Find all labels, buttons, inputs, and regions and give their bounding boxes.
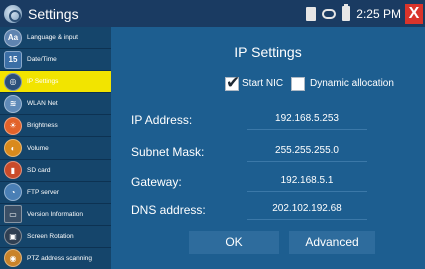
- dns-address-field[interactable]: 202.102.192.68: [247, 203, 367, 214]
- sidebar-item-label: WLAN Net: [27, 100, 58, 108]
- clock: 2:25 PM: [356, 6, 401, 21]
- ok-button[interactable]: OK: [189, 231, 279, 254]
- monitor-icon: ▭: [4, 205, 22, 224]
- page-title: IP Settings: [234, 44, 302, 60]
- wifi-icon: ≋: [4, 94, 22, 113]
- language-icon: Aa: [4, 28, 22, 47]
- dns-address-underline: [247, 219, 367, 220]
- sidebar-item-label: PTZ address scanning: [27, 254, 93, 262]
- sidebar-item-rotation[interactable]: ▣ Screen Rotation: [0, 226, 111, 248]
- sidebar-item-label: Screen Rotation: [27, 232, 74, 240]
- subnet-mask-label: Subnet Mask:: [131, 145, 205, 159]
- globe-icon: ◎: [4, 72, 22, 91]
- sidebar-item-version[interactable]: ▭ Version Information: [0, 204, 111, 226]
- app-title: Settings: [28, 5, 79, 22]
- settings-app-icon: [4, 4, 22, 23]
- sidebar-item-label: SD card: [27, 166, 51, 174]
- start-nic-checkbox[interactable]: [225, 73, 240, 93]
- dns-address-label: DNS address:: [131, 203, 206, 217]
- sidebar-item-language[interactable]: Aa Language & input: [0, 27, 111, 50]
- sidebar-item-label: IP Settings: [27, 78, 59, 86]
- sidebar-item-ptz[interactable]: ◉ PTZ address scanning: [0, 248, 111, 269]
- ip-address-label: IP Address:: [131, 113, 193, 127]
- sidebar-item-label: Brightness: [27, 122, 58, 130]
- subnet-mask-field[interactable]: 255.255.255.0: [247, 145, 367, 156]
- rotation-icon: ▣: [4, 227, 22, 246]
- start-nic-label: Start NIC: [242, 78, 284, 89]
- nic-options: Start NIC Dynamic allocation: [111, 73, 425, 95]
- battery-icon: [342, 4, 351, 21]
- sidebar-item-ip-settings[interactable]: ◎ IP Settings: [0, 71, 111, 94]
- sidebar-item-label: Date/Time: [27, 56, 57, 64]
- sidebar-item-label: Volume: [27, 144, 49, 152]
- ip-address-field[interactable]: 192.168.5.253: [247, 113, 367, 124]
- ip-address-underline: [247, 129, 367, 130]
- sidebar-item-label: FTP server: [27, 188, 60, 196]
- sd-card-status-icon: [306, 6, 317, 21]
- sidebar-item-label: Language & input: [27, 34, 78, 42]
- sidebar-item-wlan[interactable]: ≋ WLAN Net: [0, 93, 111, 116]
- gateway-underline: [247, 191, 367, 192]
- ptz-icon: ◉: [4, 249, 22, 268]
- sidebar-item-volume[interactable]: ◐ Volume: [0, 137, 111, 160]
- sidebar-item-ftp[interactable]: ◔ FTP server: [0, 182, 111, 204]
- status-bar: Settings 2:25 PM X: [0, 0, 425, 27]
- status-indicators: 2:25 PM X: [306, 0, 425, 27]
- brightness-icon: ☀: [4, 116, 22, 135]
- sidebar-item-brightness[interactable]: ☀ Brightness: [0, 115, 111, 138]
- close-button[interactable]: X: [405, 3, 423, 24]
- gateway-label: Gateway:: [131, 175, 182, 189]
- sidebar-item-sd-card[interactable]: ▮ SD card: [0, 160, 111, 182]
- ftp-icon: ◔: [4, 183, 22, 202]
- network-link-icon: [322, 8, 337, 19]
- subnet-mask-underline: [247, 161, 367, 162]
- gateway-field[interactable]: 192.168.5.1: [247, 175, 367, 186]
- calendar-icon: 15: [4, 50, 22, 69]
- ip-settings-panel: IP Settings Start NIC Dynamic allocation…: [111, 27, 425, 269]
- settings-sidebar: Aa Language & input 15 Date/Time ◎ IP Se…: [0, 27, 111, 269]
- sidebar-item-label: Version Information: [27, 210, 84, 218]
- sidebar-item-date-time[interactable]: 15 Date/Time: [0, 49, 111, 72]
- volume-icon: ◐: [4, 139, 22, 158]
- dynamic-allocation-label: Dynamic allocation: [310, 78, 394, 89]
- sd-card-icon: ▮: [4, 161, 22, 180]
- advanced-button[interactable]: Advanced: [289, 231, 375, 254]
- dynamic-allocation-checkbox[interactable]: [291, 77, 305, 91]
